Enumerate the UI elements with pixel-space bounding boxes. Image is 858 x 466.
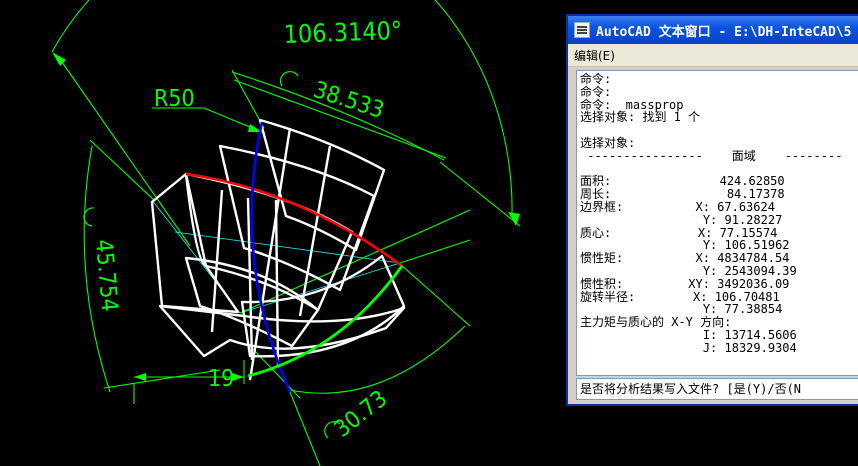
dim-linear-bottom-label: 19 [208, 366, 234, 392]
dim-arc-bottom-label: 30.73 [330, 386, 393, 443]
dim-radius-label: R50 [154, 86, 195, 112]
history-line: 选择对象: 找到 1 个 [580, 110, 701, 125]
window-title-bar[interactable]: AutoCAD 文本窗口 - E:\DH-InteCAD\5 [568, 16, 858, 44]
text-window-icon [574, 22, 590, 38]
dimension-lines [51, 0, 521, 466]
dim-angle-label: 106.3140° [283, 16, 402, 49]
window-title: AutoCAD 文本窗口 - E:\DH-InteCAD\5 [596, 24, 852, 40]
history-line: 惯性积: XY: 3492036.09 [580, 276, 790, 291]
command-history[interactable]: 命令: 命令: 命令: _massprop 选择对象: 找到 1 个 选择对象:… [576, 70, 858, 376]
history-line: 命令: [580, 84, 612, 99]
menu-edit[interactable]: 编辑(E) [568, 47, 621, 64]
dim-arc-top-label: 38.533 [310, 77, 387, 124]
history-line: 命令: [580, 72, 612, 86]
menu-bar: 编辑(E) [568, 44, 858, 67]
history-line: I: 13714.5606 [580, 327, 797, 342]
history-line: J: 18329.9304 [580, 340, 797, 355]
dim-arc-left-label: 45.754 [90, 238, 122, 312]
command-prompt-input[interactable]: 是否将分析结果写入文件? [是(Y)/否(N [576, 378, 858, 400]
cad-drawing-area[interactable]: 106.3140° R50 38.533 45.754 19 30.73 [0, 0, 566, 466]
history-line: Y: 2543094.39 [580, 263, 797, 278]
history-line: 选择对象: [580, 135, 636, 150]
autocad-text-window[interactable]: AutoCAD 文本窗口 - E:\DH-InteCAD\5 编辑(E) 命令:… [566, 14, 858, 406]
history-line: 边界框: X: 67.63624 [580, 199, 775, 214]
history-line: Y: 91.28227 [580, 212, 783, 227]
history-line: ---------------- 面域 -------- [580, 148, 843, 163]
region-outlines [150, 118, 406, 381]
